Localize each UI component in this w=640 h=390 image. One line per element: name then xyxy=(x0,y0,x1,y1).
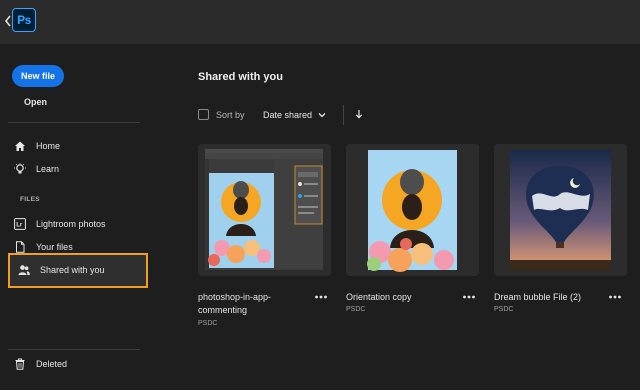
document-icon xyxy=(16,241,25,253)
file-card-type: PSDC xyxy=(346,306,366,313)
people-icon xyxy=(18,265,30,275)
sidebar-item-learn[interactable]: Learn xyxy=(14,160,59,178)
open-button[interactable]: Open xyxy=(24,97,47,107)
file-card-photoshop-in-app-commenting[interactable] xyxy=(198,144,331,276)
files-section-label: FILES xyxy=(20,196,40,203)
more-options-icon[interactable] xyxy=(462,294,476,300)
file-card-title[interactable]: photoshop-in-app- commenting xyxy=(198,291,308,317)
sidebar-item-label: Shared with you xyxy=(40,265,105,275)
sort-label: Sort by xyxy=(216,110,245,120)
lightroom-icon-text: Lr xyxy=(16,223,23,229)
sidebar-divider xyxy=(8,122,140,123)
home-icon xyxy=(15,141,25,151)
photoshop-logo[interactable]: Ps xyxy=(12,8,36,32)
lightroom-icon: Lr xyxy=(14,218,26,230)
select-all-checkbox[interactable] xyxy=(198,109,209,120)
more-options-icon[interactable] xyxy=(314,294,328,300)
sidebar-item-label: Learn xyxy=(36,164,60,174)
sidebar-item-label: Deleted xyxy=(36,359,68,369)
file-card-dream-bubble[interactable] xyxy=(494,144,627,276)
file-thumbnail xyxy=(198,144,331,276)
logo-text: Ps xyxy=(17,13,31,27)
trash-icon xyxy=(15,358,25,370)
more-options-icon[interactable] xyxy=(608,294,622,300)
new-file-button[interactable]: New file xyxy=(12,65,64,87)
file-thumbnail xyxy=(346,144,479,276)
file-card-title[interactable]: Dream bubble File (2) xyxy=(494,291,604,304)
sidebar-item-shared-with-you[interactable]: Shared with you xyxy=(18,261,105,279)
file-thumbnail xyxy=(494,144,627,276)
file-card-title[interactable]: Orientation copy xyxy=(346,291,456,304)
file-card-title-line: photoshop-in-app- xyxy=(198,292,272,302)
lightbulb-icon xyxy=(14,163,26,174)
sidebar-item-deleted[interactable]: Deleted xyxy=(14,355,67,373)
sidebar-item-label: Your files xyxy=(36,242,73,252)
file-card-type: PSDC xyxy=(198,320,218,327)
chevron-down-icon[interactable] xyxy=(317,110,327,120)
file-card-title-line: commenting xyxy=(198,305,248,315)
main-content: Shared with you Sort by Date shared phot… xyxy=(170,44,640,390)
sort-divider xyxy=(343,105,344,125)
sort-dropdown[interactable]: Date shared xyxy=(263,110,312,120)
sidebar-item-lightroom-photos[interactable]: Lr Lightroom photos xyxy=(14,215,106,233)
file-card-type: PSDC xyxy=(494,306,514,313)
arrow-down-icon[interactable] xyxy=(354,109,364,119)
sidebar-divider xyxy=(8,349,140,350)
sidebar-item-label: Home xyxy=(36,141,61,151)
sidebar: New file Open Home Learn FILES Lr Lightr… xyxy=(0,44,170,390)
file-card-orientation-copy[interactable] xyxy=(346,144,479,276)
page-title: Shared with you xyxy=(198,71,283,83)
sidebar-item-label: Lightroom photos xyxy=(36,219,106,229)
sidebar-item-home[interactable]: Home xyxy=(14,137,60,155)
app-header: Ps xyxy=(0,0,640,44)
